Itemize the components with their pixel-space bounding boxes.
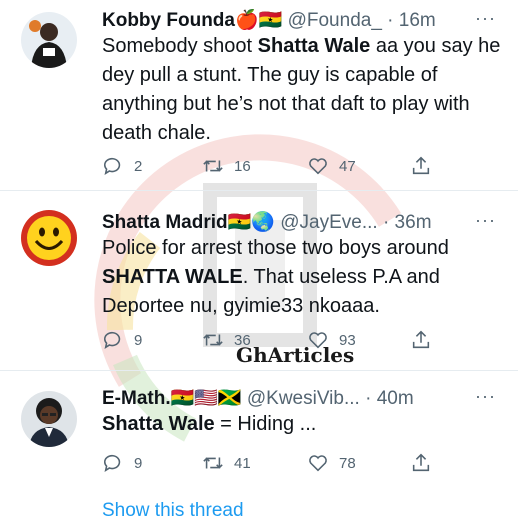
reply-count: 2	[134, 157, 143, 175]
share-icon	[412, 453, 430, 472]
retweet-icon	[203, 334, 223, 346]
retweet-count: 16	[234, 157, 251, 175]
reply-button[interactable]: 9	[102, 327, 142, 353]
reply-count: 9	[134, 331, 143, 349]
reply-button[interactable]: 2	[102, 153, 142, 179]
reply-icon	[103, 157, 121, 175]
handle[interactable]: @KwesiVib...	[247, 388, 360, 409]
handle[interactable]: @Founda_	[288, 10, 382, 31]
share-button[interactable]	[410, 153, 432, 179]
share-icon	[412, 156, 430, 175]
retweet-icon	[203, 160, 223, 172]
reply-icon	[103, 331, 121, 349]
share-button[interactable]	[410, 327, 432, 353]
like-count: 47	[339, 157, 356, 175]
heart-icon	[309, 158, 327, 175]
show-thread-link[interactable]: Show this thread	[102, 500, 244, 522]
watermark-text: GhArticles	[236, 343, 355, 367]
tweet-actions: 9 41 78	[102, 450, 442, 476]
avatar[interactable]	[21, 12, 77, 68]
name-emoji: 🇬🇭🇺🇸🇯🇲	[170, 388, 242, 409]
tweet-text: Shatta Wale = Hiding ...	[102, 413, 317, 435]
name-emoji: 🍎🇬🇭	[234, 10, 283, 31]
name-emoji: 🇬🇭🌏	[227, 212, 275, 233]
retweet-button[interactable]: 16	[202, 153, 251, 179]
timestamp[interactable]: · 40m	[365, 388, 414, 409]
reply-icon	[103, 454, 121, 472]
reply-button[interactable]: 9	[102, 450, 142, 476]
handle[interactable]: @JayEve...	[280, 212, 377, 233]
reply-count: 9	[134, 454, 143, 472]
like-button[interactable]: 47	[307, 153, 356, 179]
display-name[interactable]: E-Math.	[102, 388, 171, 409]
share-button[interactable]	[410, 450, 432, 476]
like-button[interactable]: 78	[307, 450, 356, 476]
heart-icon	[309, 455, 327, 472]
timestamp[interactable]: · 16m	[387, 10, 436, 31]
more-options-icon[interactable]: ···	[475, 8, 496, 29]
timestamp[interactable]: · 36m	[383, 212, 432, 233]
like-count: 78	[339, 454, 356, 472]
tweet[interactable]: Kobby Founda🍎🇬🇭 @Founda_ · 16m ··· Someb…	[0, 0, 518, 191]
tweet-text: Police for arrest those two boys around …	[102, 237, 449, 317]
display-name[interactable]: Kobby Founda	[102, 10, 235, 31]
display-name[interactable]: Shatta Madrid	[102, 212, 228, 233]
tweet-text: Somebody shoot Shatta Wale aa you say he…	[102, 35, 501, 144]
share-icon	[412, 330, 430, 349]
more-options-icon[interactable]: ···	[475, 210, 496, 231]
retweet-count: 41	[234, 454, 251, 472]
retweet-button[interactable]: 41	[202, 450, 251, 476]
tweet-actions: 2 16 47	[102, 153, 442, 179]
retweet-icon	[203, 457, 223, 469]
more-options-icon[interactable]: ···	[475, 386, 496, 407]
